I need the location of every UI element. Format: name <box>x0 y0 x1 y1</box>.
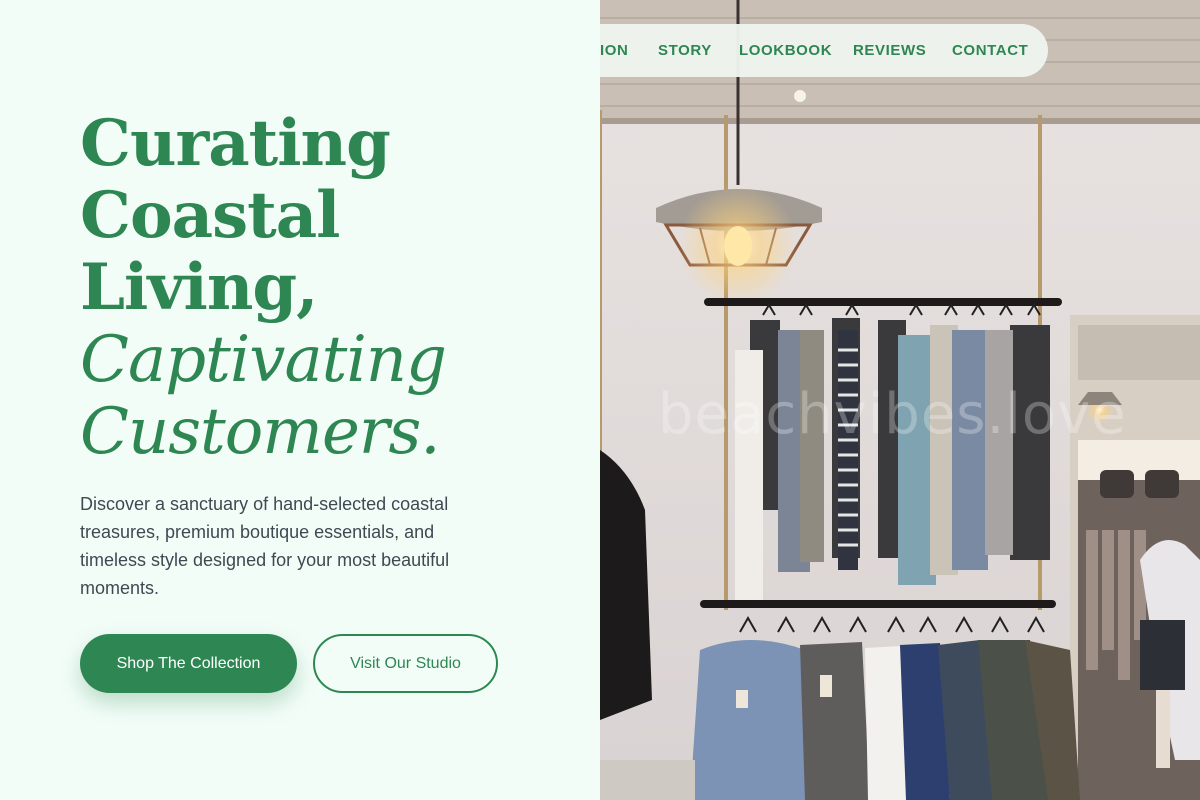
headline-italic-line: Captivating <box>80 323 447 397</box>
shop-collection-button[interactable]: Shop The Collection <box>80 634 297 693</box>
visit-studio-button[interactable]: Visit Our Studio <box>313 634 498 693</box>
headline-line: Living, <box>80 250 318 325</box>
headline-line: Curating <box>80 106 391 181</box>
hero-text-panel: Curating Coastal Living, Captivating Cus… <box>0 0 600 800</box>
hero-headline: Curating Coastal Living, Captivating Cus… <box>80 106 580 469</box>
headline-line: Coastal <box>80 178 340 253</box>
nav-item-contact[interactable]: CONTACT <box>952 42 1028 59</box>
image-watermark: beachvibes.love <box>658 382 1127 447</box>
hero-description: Discover a sanctuary of hand-selected co… <box>80 494 450 598</box>
nav-item-reviews[interactable]: REVIEWS <box>853 42 926 59</box>
nav-item-collection[interactable]: ION <box>600 42 628 59</box>
top-navigation: ION STORY LOOKBOOK REVIEWS CONTACT <box>600 24 1048 77</box>
nav-item-lookbook[interactable]: LOOKBOOK <box>739 42 832 59</box>
nav-item-story[interactable]: STORY <box>658 42 712 59</box>
hero-photo: beachvibes.love <box>600 0 1200 800</box>
headline-italic-line: Customers. <box>80 395 441 469</box>
